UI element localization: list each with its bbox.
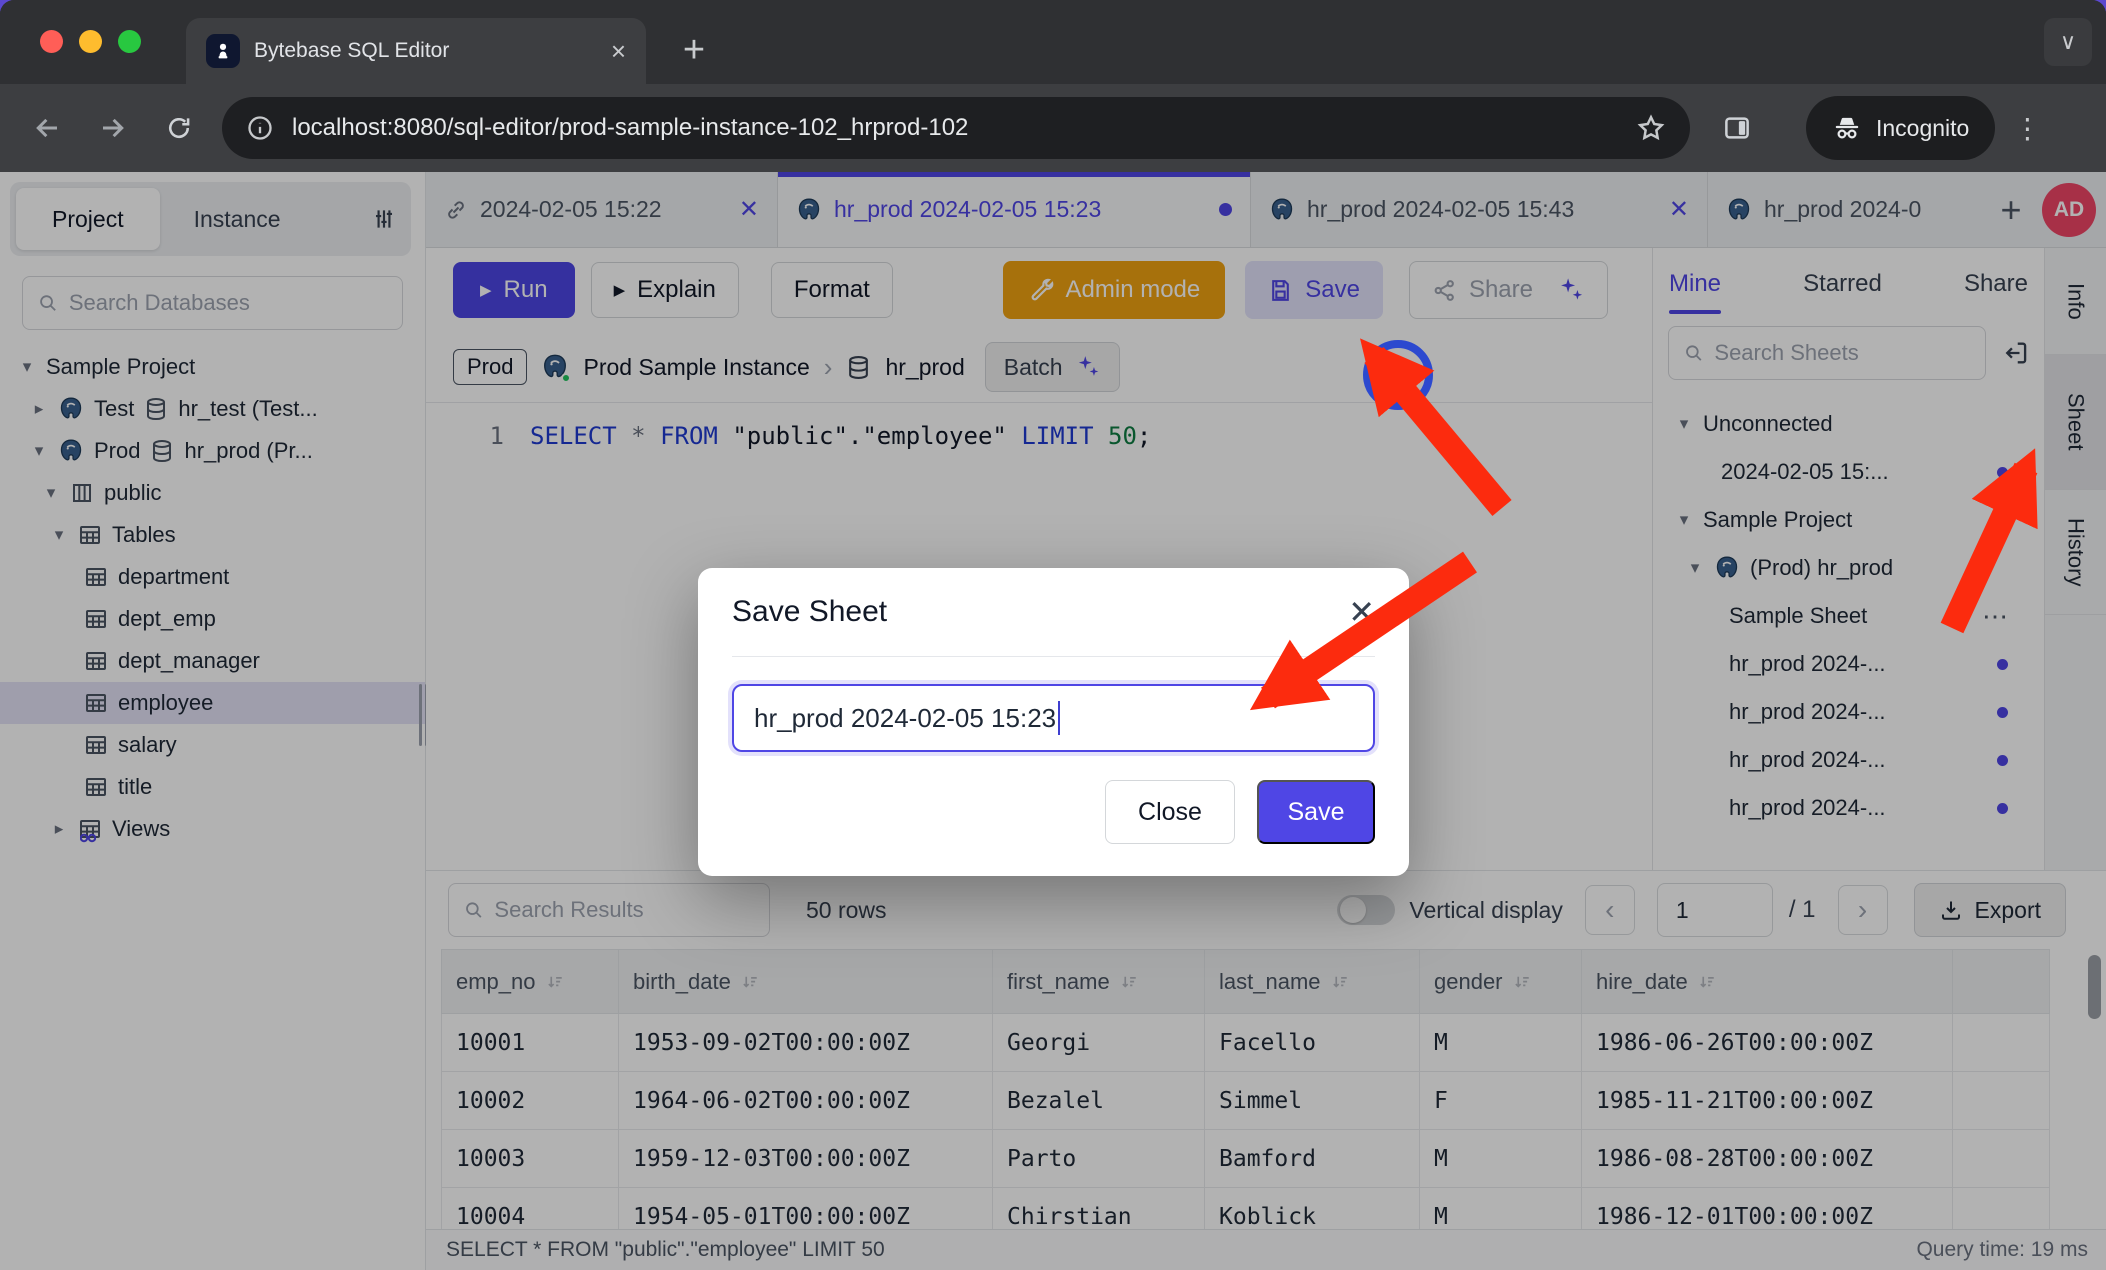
bookmark-star-icon[interactable] bbox=[1636, 113, 1666, 143]
macos-zoom-button[interactable] bbox=[118, 30, 141, 53]
incognito-badge: Incognito bbox=[1806, 96, 1995, 160]
macos-close-button[interactable] bbox=[40, 30, 63, 53]
dialog-title: Save Sheet bbox=[732, 595, 887, 629]
sheet-name-value: hr_prod 2024-02-05 15:23 bbox=[754, 703, 1056, 734]
tab-search-button[interactable]: ∨ bbox=[2044, 18, 2092, 66]
browser-chrome: Bytebase SQL Editor × + ∨ localhost:8080… bbox=[0, 0, 2106, 172]
address-bar[interactable]: localhost:8080/sql-editor/prod-sample-in… bbox=[222, 97, 1690, 159]
bytebase-favicon bbox=[206, 34, 240, 68]
browser-toolbar: localhost:8080/sql-editor/prod-sample-in… bbox=[0, 84, 2106, 172]
dialog-close-icon[interactable]: ✕ bbox=[1348, 596, 1375, 628]
back-icon[interactable] bbox=[14, 95, 80, 161]
macos-minimize-button[interactable] bbox=[79, 30, 102, 53]
browser-tab-title: Bytebase SQL Editor bbox=[254, 39, 597, 63]
save-sheet-dialog: Save Sheet ✕ hr_prod 2024-02-05 15:23 Cl… bbox=[698, 568, 1409, 876]
url-text[interactable]: localhost:8080/sql-editor/prod-sample-in… bbox=[292, 114, 1618, 142]
new-tab-button[interactable]: + bbox=[666, 22, 722, 78]
dialog-save-button[interactable]: Save bbox=[1257, 780, 1375, 844]
browser-menu-icon[interactable]: ⋮ bbox=[2013, 112, 2041, 145]
incognito-icon bbox=[1832, 113, 1862, 143]
site-info-icon[interactable] bbox=[246, 114, 274, 142]
browser-tabstrip: Bytebase SQL Editor × + ∨ bbox=[0, 0, 2106, 84]
text-caret bbox=[1058, 701, 1060, 735]
tab-close-icon[interactable]: × bbox=[611, 38, 626, 64]
dialog-close-button[interactable]: Close bbox=[1105, 780, 1235, 844]
sheet-name-input[interactable]: hr_prod 2024-02-05 15:23 bbox=[732, 684, 1375, 752]
browser-tab[interactable]: Bytebase SQL Editor × bbox=[186, 18, 646, 84]
side-panel-icon[interactable] bbox=[1704, 95, 1770, 161]
forward-icon[interactable] bbox=[80, 95, 146, 161]
reload-icon[interactable] bbox=[146, 95, 212, 161]
incognito-label: Incognito bbox=[1876, 115, 1969, 142]
dialog-divider bbox=[732, 656, 1375, 657]
